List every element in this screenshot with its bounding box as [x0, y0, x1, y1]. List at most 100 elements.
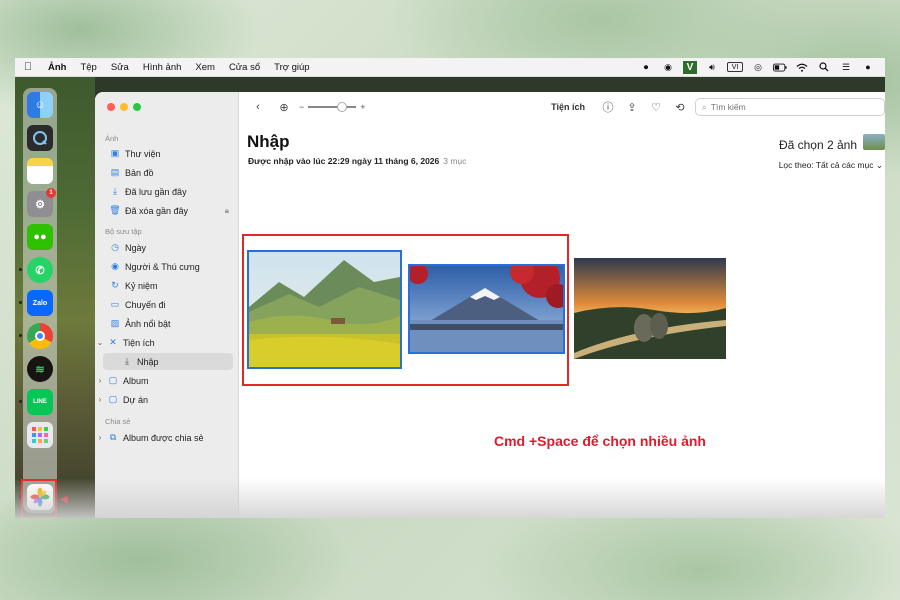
- apple-icon[interactable]: : [15, 61, 41, 73]
- zoom-button[interactable]: [133, 103, 141, 111]
- project-icon: ▢: [108, 394, 118, 404]
- sidebar: Ảnh ▣ Thư viện ▤ Bản đồ ⤓ Đã lưu gần đây…: [95, 92, 239, 518]
- section-collections: Bộ sưu tập: [105, 227, 142, 236]
- chevron-right-icon[interactable]: ›: [95, 433, 105, 442]
- finder-icon[interactable]: ☺: [27, 92, 53, 118]
- sidebar-item-imports[interactable]: ⤓ Nhập: [103, 353, 233, 370]
- menu-window[interactable]: Cửa sổ: [222, 62, 267, 73]
- whatsapp-icon[interactable]: ✆: [27, 257, 53, 283]
- menu-view[interactable]: Xem: [188, 62, 222, 73]
- sidebar-item-label: Dự án: [123, 394, 149, 405]
- battery-icon[interactable]: [773, 62, 787, 73]
- page-title: Nhập: [247, 132, 290, 151]
- status-area: ⏺ ◉ V 🔊︎ VI ◎ ☰ ●: [639, 60, 885, 74]
- zoom-minus[interactable]: −: [299, 102, 304, 112]
- volume-icon[interactable]: 🔊︎: [705, 62, 719, 73]
- bottom-fade: [15, 478, 885, 518]
- tools-icon: ✕: [109, 337, 117, 347]
- sidebar-item-label: Người & Thú cưng: [125, 261, 200, 272]
- sidebar-item-library[interactable]: ▣ Thư viện: [103, 145, 233, 162]
- sidebar-item-label: Ảnh nổi bật: [125, 318, 171, 329]
- sidebar-item-label: Nhập: [137, 356, 159, 367]
- mount-fuji-photo[interactable]: [408, 264, 565, 354]
- menu-app-name[interactable]: Ảnh: [41, 62, 73, 73]
- back-icon[interactable]: ‹: [249, 98, 267, 116]
- chevron-down-icon: ⌄: [875, 160, 883, 170]
- chevron-right-icon[interactable]: ›: [95, 395, 105, 404]
- minimize-button[interactable]: [120, 103, 128, 111]
- import-subtitle: Được nhập vào lúc 22:29 ngày 11 tháng 6,…: [248, 156, 466, 166]
- notes-icon[interactable]: [27, 158, 53, 184]
- sidebar-item-recently-saved[interactable]: ⤓ Đã lưu gần đây: [103, 183, 233, 200]
- import-timestamp: Được nhập vào lúc 22:29 ngày 11 tháng 6,…: [248, 156, 440, 166]
- person-icon: ◉: [111, 261, 119, 271]
- running-indicator: [19, 334, 22, 337]
- sidebar-item-memories[interactable]: ↻ Kỷ niệm: [103, 277, 233, 294]
- rice-terraces-photo[interactable]: [247, 250, 402, 369]
- running-indicator: [19, 400, 22, 403]
- slider-knob[interactable]: [336, 102, 347, 112]
- menu-bar:  Ảnh Tệp Sửa Hình ảnh Xem Cửa sổ Trợ gi…: [15, 58, 885, 77]
- menu-file[interactable]: Tệp: [73, 62, 103, 73]
- sidebar-item-featured[interactable]: ▨ Ảnh nổi bật: [103, 315, 233, 332]
- siri-icon[interactable]: ●: [861, 62, 875, 73]
- search-field[interactable]: ⌕: [695, 98, 885, 116]
- sidebar-item-people-pets[interactable]: ◉ Người & Thú cưng: [103, 258, 233, 275]
- chevron-down-icon[interactable]: ⌄: [95, 338, 105, 347]
- mac-screen:  Ảnh Tệp Sửa Hình ảnh Xem Cửa sổ Trợ gi…: [15, 58, 885, 518]
- zalo-icon[interactable]: Zalo: [27, 290, 53, 316]
- launchpad-icon[interactable]: [27, 422, 53, 448]
- menu-help[interactable]: Trợ giúp: [267, 62, 316, 73]
- search-icon[interactable]: [817, 62, 831, 73]
- control-center-icon[interactable]: ☰: [839, 62, 853, 73]
- menu-image[interactable]: Hình ảnh: [136, 62, 189, 73]
- airdrop-icon[interactable]: ◎: [751, 62, 765, 73]
- aspect-ratio-icon[interactable]: ⊕: [275, 98, 293, 116]
- menu-edit[interactable]: Sửa: [104, 62, 136, 73]
- wifi-icon[interactable]: [795, 62, 809, 73]
- info-icon[interactable]: ⓘ: [599, 98, 617, 116]
- sidebar-item-trips[interactable]: ▭ Chuyến đi: [103, 296, 233, 313]
- share-icon[interactable]: ⇪: [623, 98, 641, 116]
- sidebar-item-utilities[interactable]: ⌄ ✕ Tiện ích: [95, 334, 225, 351]
- wechat-icon[interactable]: ●●: [27, 224, 53, 250]
- vi-input-icon[interactable]: VI: [727, 62, 743, 72]
- selected-count: Đã chọn 2 ảnh: [778, 138, 857, 152]
- sidebar-item-shared-albums[interactable]: › ⧉ Album được chia sẻ: [95, 429, 225, 446]
- line-icon[interactable]: ◉: [661, 62, 675, 73]
- line-app-icon[interactable]: LINE: [27, 389, 53, 415]
- section-photos: Ảnh: [105, 134, 119, 143]
- running-indicator: [19, 268, 22, 271]
- quicktime-icon[interactable]: [27, 125, 53, 151]
- sidebar-item-label: Album được chia sẻ: [123, 432, 204, 443]
- item-count: 3 mục: [443, 156, 467, 166]
- sidebar-item-recently-deleted[interactable]: 🗑︎ Đã xóa gần đây 🔒︎: [103, 202, 233, 219]
- sidebar-item-label: Đã xóa gần đây: [125, 205, 189, 216]
- chevron-right-icon[interactable]: ›: [95, 376, 105, 385]
- sidebar-item-label: Đã lưu gần đây: [125, 186, 187, 197]
- main-content: ‹ ⊕ − + Tiện ích ⓘ ⇪ ♡ ⟲ ⌕ Tìm kiếm Nhập…: [239, 92, 885, 518]
- utilities-button[interactable]: Tiện ích: [551, 102, 585, 112]
- sidebar-item-label: Album: [123, 375, 149, 386]
- v-app-icon[interactable]: V: [683, 60, 697, 74]
- heart-icon[interactable]: ♡: [647, 98, 665, 116]
- search-input[interactable]: [710, 102, 861, 112]
- settings-icon[interactable]: ⚙ 1: [27, 188, 56, 217]
- zoom-plus[interactable]: +: [360, 102, 365, 112]
- close-button[interactable]: [107, 103, 115, 111]
- spotify-icon[interactable]: ≋: [27, 356, 53, 382]
- golden-hands-bridge-photo[interactable]: [574, 258, 726, 359]
- running-indicator: [19, 301, 22, 304]
- notification-badge: 1: [46, 188, 56, 198]
- chrome-icon[interactable]: [27, 323, 53, 349]
- featured-photo-icon: ▨: [110, 318, 120, 328]
- sidebar-item-map[interactable]: ▤ Bản đồ: [103, 164, 233, 181]
- sidebar-item-days[interactable]: ◷ Ngày: [103, 239, 233, 256]
- record-icon[interactable]: ⏺: [639, 62, 653, 73]
- zoom-slider[interactable]: − +: [299, 102, 366, 112]
- rotate-icon[interactable]: ⟲: [671, 98, 689, 116]
- filter-dropdown[interactable]: Lọc theo: Tất cả các mục ⌄: [779, 160, 883, 171]
- sidebar-item-albums[interactable]: › ▢ Album: [95, 372, 225, 389]
- sidebar-item-projects[interactable]: › ▢ Dự án: [95, 391, 225, 408]
- slider-track[interactable]: [308, 102, 357, 112]
